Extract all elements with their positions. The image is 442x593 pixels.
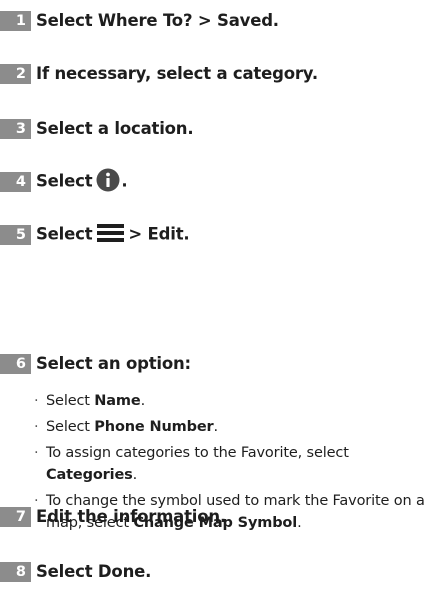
step-number: 2	[0, 63, 31, 84]
option-prefix: To assign categories to the Favorite, se…	[46, 445, 349, 461]
step-text: Select an option:	[36, 354, 191, 373]
step-text: Select Done.	[36, 562, 152, 581]
step-7: 7 Edit the information.	[0, 504, 226, 529]
step-1: 1 Select Where To? > Saved.	[0, 8, 279, 33]
option-item: · Select Phone Number.	[34, 416, 439, 438]
option-bold: Phone Number	[94, 419, 214, 435]
bullet-dot: ·	[34, 419, 39, 435]
step-number: 4	[0, 171, 31, 192]
step-text: Select.	[36, 168, 128, 196]
menu-icon	[97, 223, 125, 247]
option-suffix: .	[213, 419, 219, 435]
step-6: 6 Select an option:	[0, 351, 191, 376]
step-4: 4 Select.	[0, 168, 128, 196]
step-number: 1	[0, 10, 31, 31]
step-8: 8 Select Done.	[0, 559, 151, 584]
option-prefix: Select	[46, 393, 95, 409]
option-suffix: .	[132, 467, 138, 483]
step-text: Select > Edit.	[36, 223, 190, 247]
step-text-suffix: .	[121, 171, 128, 190]
step-number: 5	[0, 224, 31, 245]
bullet-dot: ·	[34, 393, 39, 409]
step-5: 5 Select > Edit.	[0, 222, 190, 247]
option-item: · Select Name.	[34, 390, 439, 412]
step-number: 8	[0, 561, 31, 582]
step-text: Select a location.	[36, 119, 194, 138]
option-suffix: .	[140, 393, 146, 409]
step-number: 3	[0, 118, 31, 139]
step-text: Edit the information.	[36, 507, 227, 526]
option-item: · To assign categories to the Favorite, …	[34, 442, 439, 486]
option-prefix: Select	[46, 419, 95, 435]
step-number: 6	[0, 353, 31, 374]
step-text: If necessary, select a category.	[36, 64, 318, 83]
step-number: 7	[0, 506, 31, 527]
info-icon	[96, 168, 120, 196]
step-2: 2 If necessary, select a category.	[0, 61, 318, 86]
option-bold: Name	[94, 393, 141, 409]
option-suffix: .	[297, 515, 302, 531]
option-bold: Categories	[46, 467, 133, 483]
step-text-suffix: > Edit.	[128, 224, 190, 243]
step-text-prefix: Select	[36, 171, 93, 190]
step-3: 3 Select a location.	[0, 116, 194, 141]
bullet-dot: ·	[34, 445, 39, 461]
step-text: Select Where To? > Saved.	[36, 11, 279, 30]
step-text-prefix: Select	[36, 224, 93, 243]
